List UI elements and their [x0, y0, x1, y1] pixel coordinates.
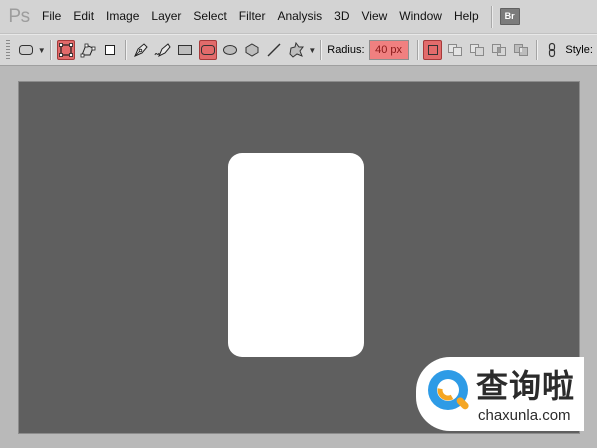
menu-edit[interactable]: Edit [67, 0, 100, 33]
options-separator [536, 40, 538, 60]
link-icon [549, 42, 556, 58]
menu-analysis[interactable]: Analysis [271, 0, 328, 33]
link-style-button[interactable] [543, 40, 561, 60]
freeform-pen-button[interactable] [154, 40, 172, 60]
watermark-chinese-text: 查询啦 [476, 367, 576, 405]
options-bar: ▼ ▼ Radius: 40 px Style: [0, 34, 597, 66]
line-tool-button[interactable] [265, 40, 283, 60]
menu-file[interactable]: File [38, 0, 67, 33]
menu-select[interactable]: Select [187, 0, 232, 33]
style-label: Style: [565, 44, 593, 56]
options-separator [416, 40, 418, 60]
chevron-down-icon[interactable]: ▼ [308, 46, 316, 55]
ellipse-tool-button[interactable] [221, 40, 239, 60]
options-separator [125, 40, 127, 60]
fill-pixels-button[interactable] [101, 40, 119, 60]
exclude-overlap-button[interactable] [512, 40, 530, 60]
new-shape-layer-button[interactable] [423, 40, 442, 60]
rectangle-icon [178, 45, 193, 55]
menu-3d[interactable]: 3D [328, 0, 355, 33]
add-to-shape-icon [447, 44, 462, 56]
fill-pixels-icon [105, 45, 116, 55]
intersect-shape-icon [492, 44, 507, 56]
menu-image[interactable]: Image [100, 0, 145, 33]
radius-label: Radius: [327, 44, 365, 56]
menu-view[interactable]: View [355, 0, 393, 33]
pen-tool-button[interactable] [132, 40, 150, 60]
custom-shape-icon [289, 42, 305, 58]
paths-button[interactable] [79, 40, 97, 60]
menu-help[interactable]: Help [448, 0, 485, 33]
custom-shape-tool-button[interactable] [287, 40, 305, 60]
pen-icon [134, 43, 148, 57]
options-separator [320, 40, 322, 60]
menu-layer[interactable]: Layer [145, 0, 187, 33]
chevron-down-icon[interactable]: ▼ [38, 46, 46, 55]
rounded-rectangle-icon [200, 45, 215, 55]
freeform-pen-icon [154, 43, 171, 58]
shape-layers-button[interactable] [56, 40, 75, 60]
menu-window[interactable]: Window [393, 0, 448, 33]
line-icon [267, 43, 281, 57]
watermark-site-text: chaxunla.com [478, 407, 571, 424]
tool-preset-picker[interactable] [17, 40, 35, 60]
ellipse-icon [222, 45, 237, 55]
menu-filter[interactable]: Filter [233, 0, 272, 33]
subtract-from-shape-icon [469, 44, 484, 56]
bridge-button[interactable]: Br [499, 8, 520, 25]
new-shape-layer-icon [427, 45, 438, 55]
radius-input[interactable] [368, 40, 409, 60]
options-grip[interactable] [6, 40, 10, 60]
rounded-rectangle-tool-button[interactable] [198, 40, 217, 60]
menu-bar: Ps File Edit Image Layer Select Filter A… [0, 0, 597, 34]
exclude-overlap-icon [514, 44, 529, 56]
search-logo-icon [428, 370, 469, 410]
subtract-from-shape-button[interactable] [468, 40, 486, 60]
shape-layers-icon [58, 43, 73, 57]
watermark: 查询啦 chaxunla.com [416, 357, 584, 431]
menu-separator [490, 5, 492, 28]
add-to-shape-button[interactable] [446, 40, 464, 60]
paths-icon [80, 43, 96, 58]
rounded-rectangle-shape[interactable] [228, 153, 364, 357]
polygon-icon [245, 43, 259, 57]
photoshop-logo: Ps [8, 5, 30, 27]
polygon-tool-button[interactable] [243, 40, 261, 60]
rectangle-tool-button[interactable] [176, 40, 194, 60]
options-separator [49, 40, 51, 60]
rounded-rect-preset-icon [18, 45, 33, 55]
intersect-shape-button[interactable] [490, 40, 508, 60]
